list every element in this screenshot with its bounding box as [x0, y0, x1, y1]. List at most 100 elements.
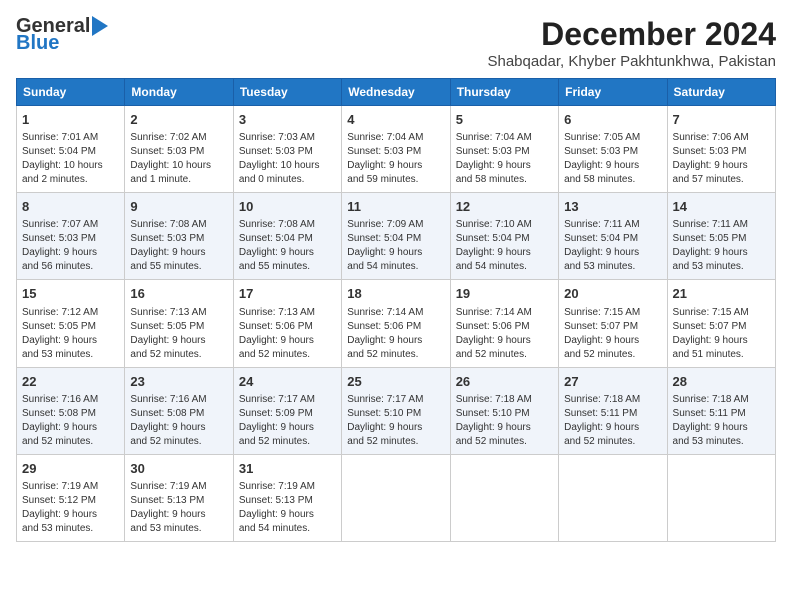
calendar-cell: 11 Sunrise: 7:09 AM Sunset: 5:04 PM Dayli… — [342, 193, 450, 280]
day-number: 22 — [22, 373, 119, 391]
logo-arrow-icon — [92, 16, 108, 36]
day-number: 7 — [673, 111, 770, 129]
day-info: Sunrise: 7:13 AM Sunset: 5:05 PM Dayligh… — [130, 306, 227, 362]
calendar-cell: 19 Sunrise: 7:14 AM Sunset: 5:06 PM Dayli… — [450, 280, 558, 367]
day-info: Sunrise: 7:18 AM Sunset: 5:11 PM Dayligh… — [564, 393, 661, 449]
day-info: Sunrise: 7:18 AM Sunset: 5:10 PM Dayligh… — [456, 393, 553, 449]
day-number: 23 — [130, 373, 227, 391]
day-number: 5 — [456, 111, 553, 129]
calendar-cell: 12Sunrise: 7:10 AM Sunset: 5:04 PM Dayli… — [450, 193, 558, 280]
calendar-week-4: 22 Sunrise: 7:16 AM Sunset: 5:08 PM Dayli… — [17, 367, 776, 454]
calendar-cell: 5Sunrise: 7:04 AM Sunset: 5:03 PM Daylig… — [450, 106, 558, 193]
logo-blue: Blue — [16, 32, 59, 55]
calendar-cell: 28 Sunrise: 7:18 AM Sunset: 5:11 PM Dayli… — [667, 367, 775, 454]
calendar-cell: 18 Sunrise: 7:14 AM Sunset: 5:06 PM Dayli… — [342, 280, 450, 367]
calendar-week-1: 1Sunrise: 7:01 AM Sunset: 5:04 PM Daylig… — [17, 106, 776, 193]
day-info: Sunrise: 7:19 AM Sunset: 5:12 PM Dayligh… — [22, 480, 119, 536]
day-info: Sunrise: 7:12 AM Sunset: 5:05 PM Dayligh… — [22, 306, 119, 362]
calendar-cell: 4 Sunrise: 7:04 AM Sunset: 5:03 PM Daylig… — [342, 106, 450, 193]
day-number: 1 — [22, 111, 119, 129]
day-info: Sunrise: 7:15 AM Sunset: 5:07 PM Dayligh… — [673, 306, 770, 362]
calendar-cell: 16 Sunrise: 7:13 AM Sunset: 5:05 PM Dayli… — [125, 280, 233, 367]
day-number: 19 — [456, 285, 553, 303]
day-header-wednesday: Wednesday — [342, 79, 450, 106]
calendar-cell: 1Sunrise: 7:01 AM Sunset: 5:04 PM Daylig… — [17, 106, 125, 193]
day-info: Sunrise: 7:17 AM Sunset: 5:10 PM Dayligh… — [347, 393, 444, 449]
day-number: 3 — [239, 111, 336, 129]
calendar-week-3: 15 Sunrise: 7:12 AM Sunset: 5:05 PM Dayli… — [17, 280, 776, 367]
day-number: 26 — [456, 373, 553, 391]
day-info: Sunrise: 7:14 AM Sunset: 5:06 PM Dayligh… — [347, 306, 444, 362]
calendar-cell: 17 Sunrise: 7:13 AM Sunset: 5:06 PM Dayli… — [233, 280, 341, 367]
calendar-cell — [450, 454, 558, 541]
day-info: Sunrise: 7:16 AM Sunset: 5:08 PM Dayligh… — [130, 393, 227, 449]
day-header-friday: Friday — [559, 79, 667, 106]
calendar-cell: 29 Sunrise: 7:19 AM Sunset: 5:12 PM Dayli… — [17, 454, 125, 541]
day-info: Sunrise: 7:09 AM Sunset: 5:04 PM Dayligh… — [347, 218, 444, 274]
calendar-week-5: 29 Sunrise: 7:19 AM Sunset: 5:12 PM Dayli… — [17, 454, 776, 541]
day-info: Sunrise: 7:05 AM Sunset: 5:03 PM Dayligh… — [564, 131, 661, 187]
calendar-cell: 25Sunrise: 7:17 AM Sunset: 5:10 PM Dayli… — [342, 367, 450, 454]
calendar-cell: 7 Sunrise: 7:06 AM Sunset: 5:03 PM Daylig… — [667, 106, 775, 193]
calendar-cell: 27 Sunrise: 7:18 AM Sunset: 5:11 PM Dayli… — [559, 367, 667, 454]
calendar-cell: 22 Sunrise: 7:16 AM Sunset: 5:08 PM Dayli… — [17, 367, 125, 454]
day-number: 20 — [564, 285, 661, 303]
day-number: 30 — [130, 460, 227, 478]
calendar-cell: 30 Sunrise: 7:19 AM Sunset: 5:13 PM Dayli… — [125, 454, 233, 541]
day-info: Sunrise: 7:13 AM Sunset: 5:06 PM Dayligh… — [239, 306, 336, 362]
title-block: December 2024 Shabqadar, Khyber Pakhtunk… — [487, 16, 776, 70]
calendar-cell: 6Sunrise: 7:05 AM Sunset: 5:03 PM Daylig… — [559, 106, 667, 193]
day-number: 27 — [564, 373, 661, 391]
page-title: December 2024 — [487, 16, 776, 53]
day-number: 2 — [130, 111, 227, 129]
calendar-cell: 21Sunrise: 7:15 AM Sunset: 5:07 PM Dayli… — [667, 280, 775, 367]
day-info: Sunrise: 7:08 AM Sunset: 5:04 PM Dayligh… — [239, 218, 336, 274]
calendar-cell: 14Sunrise: 7:11 AM Sunset: 5:05 PM Dayli… — [667, 193, 775, 280]
day-info: Sunrise: 7:07 AM Sunset: 5:03 PM Dayligh… — [22, 218, 119, 274]
day-info: Sunrise: 7:08 AM Sunset: 5:03 PM Dayligh… — [130, 218, 227, 274]
day-info: Sunrise: 7:19 AM Sunset: 5:13 PM Dayligh… — [130, 480, 227, 536]
calendar-cell: 31 Sunrise: 7:19 AM Sunset: 5:13 PM Dayli… — [233, 454, 341, 541]
calendar-cell: 13 Sunrise: 7:11 AM Sunset: 5:04 PM Dayli… — [559, 193, 667, 280]
day-header-saturday: Saturday — [667, 79, 775, 106]
day-info: Sunrise: 7:04 AM Sunset: 5:03 PM Dayligh… — [347, 131, 444, 187]
day-number: 8 — [22, 198, 119, 216]
calendar-table: SundayMondayTuesdayWednesdayThursdayFrid… — [16, 78, 776, 542]
day-number: 12 — [456, 198, 553, 216]
day-info: Sunrise: 7:17 AM Sunset: 5:09 PM Dayligh… — [239, 393, 336, 449]
page-subtitle: Shabqadar, Khyber Pakhtunkhwa, Pakistan — [487, 53, 776, 70]
day-info: Sunrise: 7:02 AM Sunset: 5:03 PM Dayligh… — [130, 131, 227, 187]
day-number: 29 — [22, 460, 119, 478]
day-info: Sunrise: 7:18 AM Sunset: 5:11 PM Dayligh… — [673, 393, 770, 449]
calendar-cell: 8 Sunrise: 7:07 AM Sunset: 5:03 PM Daylig… — [17, 193, 125, 280]
calendar-cell: 2 Sunrise: 7:02 AM Sunset: 5:03 PM Daylig… — [125, 106, 233, 193]
logo: General Blue — [16, 16, 108, 55]
calendar-cell: 24Sunrise: 7:17 AM Sunset: 5:09 PM Dayli… — [233, 367, 341, 454]
day-info: Sunrise: 7:06 AM Sunset: 5:03 PM Dayligh… — [673, 131, 770, 187]
day-header-tuesday: Tuesday — [233, 79, 341, 106]
day-number: 18 — [347, 285, 444, 303]
day-info: Sunrise: 7:11 AM Sunset: 5:05 PM Dayligh… — [673, 218, 770, 274]
calendar-cell: 20 Sunrise: 7:15 AM Sunset: 5:07 PM Dayli… — [559, 280, 667, 367]
calendar-header-row: SundayMondayTuesdayWednesdayThursdayFrid… — [17, 79, 776, 106]
day-info: Sunrise: 7:11 AM Sunset: 5:04 PM Dayligh… — [564, 218, 661, 274]
day-number: 16 — [130, 285, 227, 303]
day-number: 15 — [22, 285, 119, 303]
day-number: 4 — [347, 111, 444, 129]
day-info: Sunrise: 7:19 AM Sunset: 5:13 PM Dayligh… — [239, 480, 336, 536]
day-header-sunday: Sunday — [17, 79, 125, 106]
calendar-cell — [559, 454, 667, 541]
day-number: 13 — [564, 198, 661, 216]
calendar-week-2: 8 Sunrise: 7:07 AM Sunset: 5:03 PM Daylig… — [17, 193, 776, 280]
day-info: Sunrise: 7:16 AM Sunset: 5:08 PM Dayligh… — [22, 393, 119, 449]
day-info: Sunrise: 7:14 AM Sunset: 5:06 PM Dayligh… — [456, 306, 553, 362]
page-header: General Blue December 2024 Shabqadar, Kh… — [16, 16, 776, 70]
day-number: 17 — [239, 285, 336, 303]
day-number: 11 — [347, 198, 444, 216]
day-number: 28 — [673, 373, 770, 391]
calendar-cell: 10 Sunrise: 7:08 AM Sunset: 5:04 PM Dayli… — [233, 193, 341, 280]
day-number: 10 — [239, 198, 336, 216]
day-number: 31 — [239, 460, 336, 478]
calendar-cell: 9Sunrise: 7:08 AM Sunset: 5:03 PM Daylig… — [125, 193, 233, 280]
day-info: Sunrise: 7:15 AM Sunset: 5:07 PM Dayligh… — [564, 306, 661, 362]
